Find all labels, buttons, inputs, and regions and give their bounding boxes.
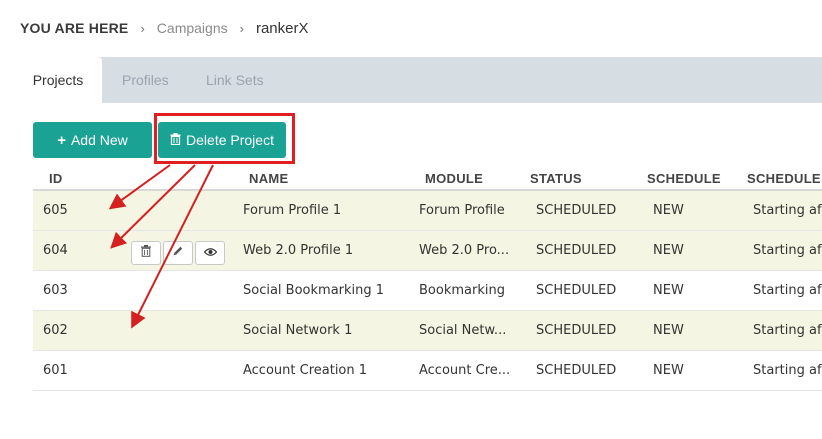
- trash-icon: [141, 244, 151, 262]
- cell-schedule-2: Starting af: [753, 283, 822, 298]
- annotation-highlight-box: [154, 113, 295, 164]
- cell-id: 603: [43, 283, 68, 298]
- table-header: ID NAME MODULE STATUS SCHEDULE SCHEDULE: [33, 165, 822, 191]
- add-new-button[interactable]: + Add New: [33, 122, 152, 158]
- cell-schedule: NEW: [653, 323, 684, 338]
- cell-schedule-2: Starting af: [753, 243, 822, 258]
- cell-schedule: NEW: [653, 243, 684, 258]
- row-delete-button[interactable]: [131, 241, 161, 265]
- cell-module: Account Cre...: [419, 363, 511, 378]
- tab-link-sets[interactable]: Link Sets: [206, 57, 264, 103]
- breadcrumb-current: rankerX: [255, 19, 309, 37]
- cell-name: Social Bookmarking 1: [243, 283, 385, 298]
- cell-schedule-2: Starting af: [753, 203, 822, 218]
- table-row[interactable]: 605 Forum Profile 1 Forum Profile SCHEDU…: [33, 191, 822, 231]
- column-header-status[interactable]: STATUS: [530, 171, 582, 186]
- cell-name: Social Network 1: [243, 323, 353, 338]
- chevron-right-icon: ›: [140, 20, 145, 36]
- cell-id: 604: [43, 243, 68, 258]
- add-new-label: Add New: [70, 132, 128, 148]
- column-header-schedule-2[interactable]: SCHEDULE: [747, 171, 821, 186]
- column-header-id[interactable]: ID: [49, 171, 63, 186]
- cell-id: 605: [43, 203, 68, 218]
- cell-schedule-2: Starting af: [753, 363, 822, 378]
- table-row[interactable]: 602 Social Network 1 Social Netw... SCHE…: [33, 311, 822, 351]
- cell-id: 602: [43, 323, 68, 338]
- chevron-right-icon: ›: [239, 20, 244, 36]
- row-view-button[interactable]: [195, 241, 225, 265]
- table-row[interactable]: 603 Social Bookmarking 1 Bookmarking SCH…: [33, 271, 822, 311]
- pencil-icon: [172, 244, 184, 262]
- cell-module: Social Netw...: [419, 323, 507, 338]
- tab-bar: Projects Profiles Link Sets: [14, 57, 822, 103]
- breadcrumb: YOU ARE HERE › Campaigns › rankerX: [20, 18, 309, 38]
- cell-id: 601: [43, 363, 68, 378]
- cell-status: SCHEDULED: [536, 243, 617, 258]
- you-are-here-label: YOU ARE HERE: [20, 20, 129, 36]
- tab-projects[interactable]: Projects: [14, 57, 102, 103]
- row-actions: [131, 241, 225, 265]
- column-header-module[interactable]: MODULE: [425, 171, 483, 186]
- eye-icon: [203, 244, 217, 262]
- cell-schedule-2: Starting af: [753, 323, 822, 338]
- cell-schedule: NEW: [653, 203, 684, 218]
- plus-icon: +: [57, 131, 66, 149]
- cell-schedule: NEW: [653, 283, 684, 298]
- cell-name: Forum Profile 1: [243, 203, 342, 218]
- cell-name: Account Creation 1: [243, 363, 368, 378]
- cell-status: SCHEDULED: [536, 203, 617, 218]
- cell-module: Forum Profile: [419, 203, 505, 218]
- cell-module: Bookmarking: [419, 283, 505, 298]
- cell-status: SCHEDULED: [536, 323, 617, 338]
- table-row[interactable]: 601 Account Creation 1 Account Cre... SC…: [33, 351, 822, 391]
- cell-schedule: NEW: [653, 363, 684, 378]
- cell-status: SCHEDULED: [536, 283, 617, 298]
- cell-name: Web 2.0 Profile 1: [243, 243, 354, 258]
- breadcrumb-campaigns[interactable]: Campaigns: [157, 20, 228, 36]
- cell-status: SCHEDULED: [536, 363, 617, 378]
- cell-module: Web 2.0 Pro...: [419, 243, 510, 258]
- row-edit-button[interactable]: [163, 241, 193, 265]
- column-header-schedule[interactable]: SCHEDULE: [647, 171, 721, 186]
- column-header-name[interactable]: NAME: [249, 171, 288, 186]
- tab-profiles[interactable]: Profiles: [122, 57, 169, 103]
